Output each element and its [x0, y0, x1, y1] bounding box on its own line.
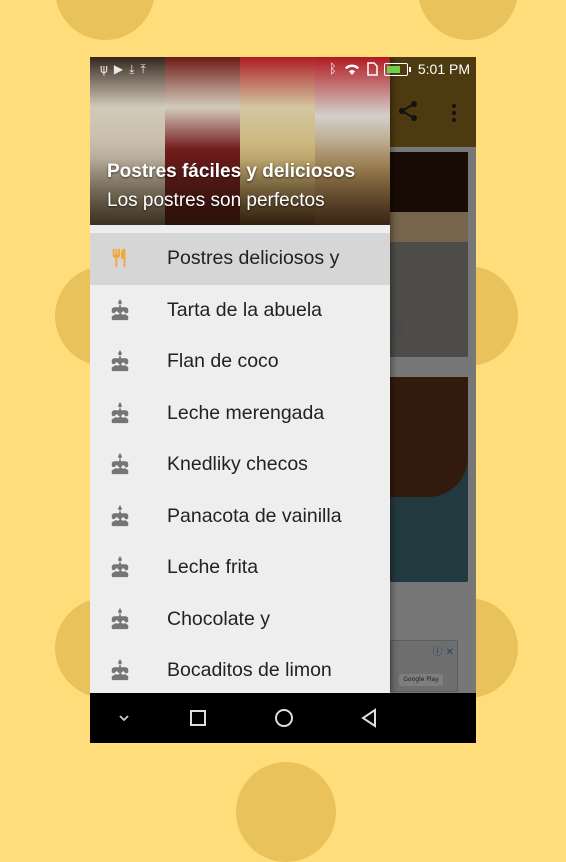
drawer-item-panacota-vainilla[interactable]: Panacota de vainilla — [90, 491, 390, 543]
chevron-down-icon[interactable] — [114, 708, 134, 728]
sim-icon — [367, 62, 378, 76]
drawer-item-label: Flan de coco — [167, 350, 279, 372]
system-nav-bar — [90, 693, 476, 743]
wifi-icon — [344, 64, 359, 75]
drawer-item-label: Knedliky checos — [167, 453, 308, 475]
status-time: 5:01 PM — [417, 61, 470, 77]
background-circle — [236, 762, 336, 862]
drawer-item-label: Leche frita — [167, 556, 259, 578]
drawer-item-leche-frita[interactable]: Leche frita — [90, 542, 390, 594]
drawer-item-label: Postres deliciosos y — [167, 247, 340, 269]
restaurant-icon — [112, 248, 126, 268]
background-circle — [55, 0, 155, 40]
cake-icon — [111, 607, 129, 629]
system-icons: ᛒ 5:01 PM — [329, 61, 470, 77]
drawer-item-label: Leche merengada — [167, 401, 325, 424]
drawer-menu: Postres deliciosos y Tarta de la abuela … — [90, 233, 390, 697]
drawer-item-label: Tarta de la abuela — [167, 298, 323, 321]
cake-icon — [111, 556, 129, 578]
drawer-item-tarta-abuela[interactable]: Tarta de la abuela — [90, 285, 390, 337]
cake-icon — [111, 453, 129, 475]
cake-icon — [111, 350, 129, 372]
cake-icon — [111, 298, 129, 320]
drawer-item-label: Bocaditos de limon — [167, 659, 332, 681]
youtube-icon: ▶ — [113, 62, 124, 76]
drawer-title: Postres fáciles y deliciosos — [107, 161, 356, 182]
drawer-item-postres-deliciosos[interactable]: Postres deliciosos y — [90, 233, 390, 285]
upload-icon: ⤒ — [140, 62, 146, 76]
download-icon: ⤓ — [129, 62, 135, 76]
drawer-item-knedliky-checos[interactable]: Knedliky checos — [90, 439, 390, 491]
drawer-item-label: Chocolate y — [167, 607, 270, 630]
cake-icon — [111, 504, 129, 526]
notification-icons: ψ ▶ ⤓ ⤒ — [100, 62, 146, 77]
cake-icon — [111, 401, 129, 423]
drawer-subtitle: Los postres son perfectos — [107, 190, 325, 211]
status-bar: ψ ▶ ⤓ ⤒ ᛒ 5:01 PM — [90, 57, 476, 83]
drawer-item-flan-coco[interactable]: Flan de coco — [90, 336, 390, 388]
drawer-item-leche-merengada[interactable]: Leche merengada — [90, 388, 390, 440]
drawer-item-chocolate[interactable]: Chocolate y — [90, 594, 390, 646]
phone-screen: a ⓘ ✕ Google Play Postres fáciles y deli… — [90, 57, 476, 743]
battery-icon — [383, 62, 411, 76]
cake-icon — [111, 659, 129, 681]
bluetooth-icon: ᛒ — [329, 61, 337, 77]
drawer-item-bocaditos-limon[interactable]: Bocaditos de limon — [90, 645, 390, 697]
usb-icon: ψ — [100, 62, 108, 76]
background-circle — [418, 0, 518, 40]
recents-button[interactable] — [188, 708, 208, 728]
home-button[interactable] — [274, 708, 294, 728]
back-button[interactable] — [360, 708, 380, 728]
drawer-item-label: Panacota de vainilla — [167, 504, 342, 527]
navigation-drawer: Postres fáciles y deliciosos Los postres… — [90, 57, 390, 693]
